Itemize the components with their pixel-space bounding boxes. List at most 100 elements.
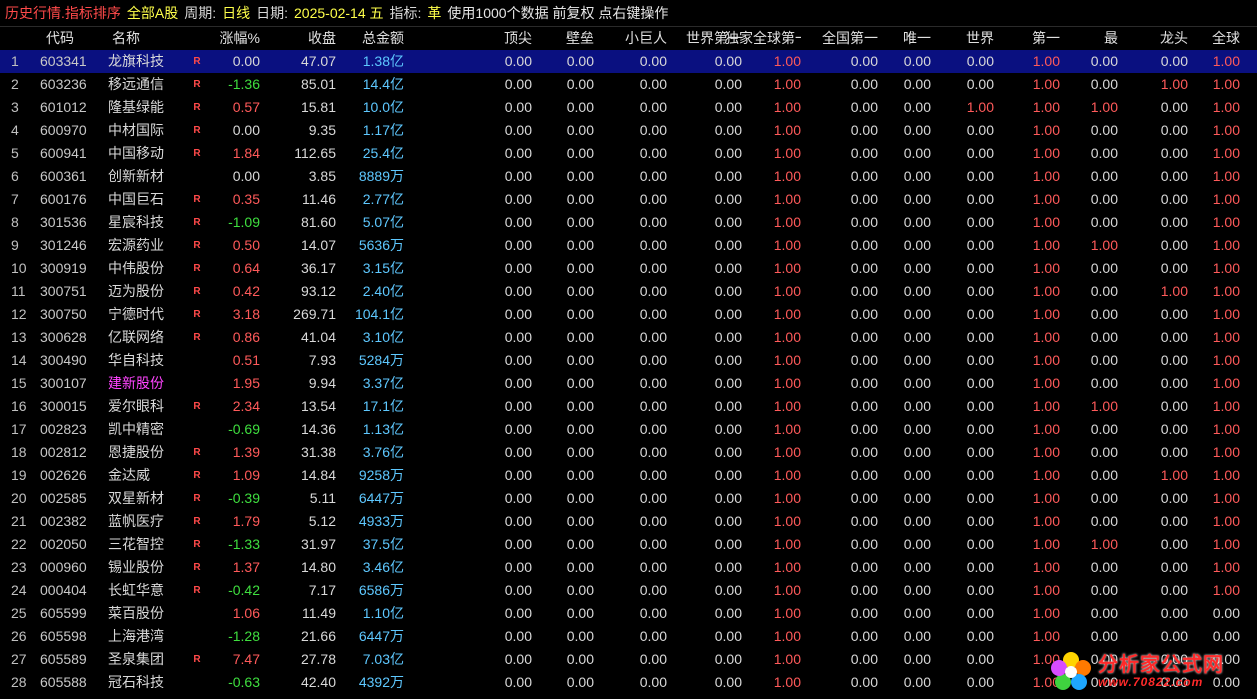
date-value[interactable]: 2025-02-14 五	[294, 3, 384, 23]
stock-code[interactable]: 300107	[40, 372, 100, 395]
stock-name[interactable]: 中国巨石	[108, 188, 176, 211]
stock-name[interactable]: 金达威	[108, 464, 176, 487]
table-row[interactable]: 25 605599 菜百股份 1.06 11.49 1.10亿 0.00 0.00 0.00 0.…	[0, 602, 1257, 625]
stock-name[interactable]: 上海港湾	[108, 625, 176, 648]
stock-code[interactable]: 605598	[40, 625, 100, 648]
stock-name[interactable]: 龙旗科技	[108, 50, 176, 73]
indicator-value: 0.00	[1160, 122, 1188, 138]
stock-code[interactable]: 300919	[40, 257, 100, 280]
stock-code[interactable]: 603341	[40, 50, 100, 73]
rzrq-badge: R	[193, 516, 201, 527]
indicator-value: 0.00	[850, 306, 878, 322]
stock-name[interactable]: 中伟股份	[108, 257, 176, 280]
stock-name[interactable]: 中国移动	[108, 142, 176, 165]
table-row[interactable]: 7 600176 中国巨石 R 0.35 11.46 2.77亿 0.00 0.00 0.00 0.…	[0, 188, 1257, 211]
table-row[interactable]: 15 300107 建新股份 1.95 9.94 3.37亿 0.00 0.00 0.00 0.0…	[0, 372, 1257, 395]
stock-code[interactable]: 002585	[40, 487, 100, 510]
stock-code[interactable]: 600176	[40, 188, 100, 211]
stock-name[interactable]: 双星新材	[108, 487, 176, 510]
table-row[interactable]: 13 300628 亿联网络 R 0.86 41.04 3.10亿 0.00 0.00 0.00 0…	[0, 326, 1257, 349]
stock-code[interactable]: 002382	[40, 510, 100, 533]
stock-code[interactable]: 300751	[40, 280, 100, 303]
indicator-value: 0.00	[966, 398, 994, 414]
table-row[interactable]: 16 300015 爱尔眼科 R 2.34 13.54 17.1亿 0.00 0.00 0.00 0…	[0, 395, 1257, 418]
stock-code[interactable]: 603236	[40, 73, 100, 96]
header-name[interactable]: 名称	[112, 27, 180, 50]
stock-name[interactable]: 迈为股份	[108, 280, 176, 303]
stock-name[interactable]: 爱尔眼科	[108, 395, 176, 418]
stock-code[interactable]: 605599	[40, 602, 100, 625]
header-indicator-11[interactable]: 全球	[1172, 27, 1240, 50]
stock-name[interactable]: 亿联网络	[108, 326, 176, 349]
stock-name[interactable]: 蓝帆医疗	[108, 510, 176, 533]
stock-code[interactable]: 600941	[40, 142, 100, 165]
table-row[interactable]: 6 600361 创新新材 0.00 3.85 8889万 0.00 0.00 0.00 0.00…	[0, 165, 1257, 188]
stock-name[interactable]: 移远通信	[108, 73, 176, 96]
table-row[interactable]: 2 603236 移远通信 R -1.36 85.01 14.4亿 0.00 0.00 0.00 0…	[0, 73, 1257, 96]
indicator-value[interactable]: 革	[427, 3, 441, 23]
stock-name[interactable]: 三花智控	[108, 533, 176, 556]
table-row[interactable]: 24 000404 长虹华意 R -0.42 7.17 6586万 0.00 0.00 0.00 0…	[0, 579, 1257, 602]
table-row[interactable]: 14 300490 华自科技 0.51 7.93 5284万 0.00 0.00 0.00 0.0…	[0, 349, 1257, 372]
stock-name[interactable]: 锡业股份	[108, 556, 176, 579]
stock-name[interactable]: 中材国际	[108, 119, 176, 142]
stock-name[interactable]: 恩捷股份	[108, 441, 176, 464]
header-indicator-9[interactable]: 最	[1048, 27, 1118, 50]
stock-name[interactable]: 冠石科技	[108, 671, 176, 694]
stock-name[interactable]: 华自科技	[108, 349, 176, 372]
table-row[interactable]: 21 002382 蓝帆医疗 R 1.79 5.12 4933万 0.00 0.00 0.00 0.…	[0, 510, 1257, 533]
stock-code[interactable]: 000404	[40, 579, 100, 602]
table-row[interactable]: 3 601012 隆基绿能 R 0.57 15.81 10.0亿 0.00 0.00 0.00 0.…	[0, 96, 1257, 119]
header-amount[interactable]: 总金额	[338, 27, 404, 50]
table-row[interactable]: 23 000960 锡业股份 R 1.37 14.80 3.46亿 0.00 0.00 0.00 0…	[0, 556, 1257, 579]
stock-code[interactable]: 605588	[40, 671, 100, 694]
stock-name[interactable]: 建新股份	[108, 372, 176, 395]
stock-code[interactable]: 301246	[40, 234, 100, 257]
change-percent: 0.50	[232, 237, 260, 253]
table-row[interactable]: 4 600970 中材国际 R 0.00 9.35 1.17亿 0.00 0.00 0.00 0.0…	[0, 119, 1257, 142]
stock-code[interactable]: 002050	[40, 533, 100, 556]
table-row[interactable]: 1 603341 龙旗科技 R 0.00 47.07 1.38亿 0.00 0.00 0.00 0.…	[0, 50, 1257, 73]
table-row[interactable]: 5 600941 中国移动 R 1.84 112.65 25.4亿 0.00 0.00 0.00 0…	[0, 142, 1257, 165]
table-row[interactable]: 10 300919 中伟股份 R 0.64 36.17 3.15亿 0.00 0.00 0.00 0…	[0, 257, 1257, 280]
header-chg[interactable]: 涨幅%	[204, 27, 260, 50]
table-row[interactable]: 12 300750 宁德时代 R 3.18 269.71 104.1亿 0.00 0.00 0.0…	[0, 303, 1257, 326]
stock-code[interactable]: 601012	[40, 96, 100, 119]
stock-code[interactable]: 600970	[40, 119, 100, 142]
stock-name[interactable]: 宁德时代	[108, 303, 176, 326]
table-row[interactable]: 8 301536 星宸科技 R -1.09 81.60 5.07亿 0.00 0.00 0.00 0…	[0, 211, 1257, 234]
table-row[interactable]: 9 301246 宏源药业 R 0.50 14.07 5636万 0.00 0.00 0.00 0.…	[0, 234, 1257, 257]
table-row[interactable]: 17 002823 凯中精密 -0.69 14.36 1.13亿 0.00 0.00 0.00 0…	[0, 418, 1257, 441]
header-code[interactable]: 代码	[46, 27, 106, 50]
table-row[interactable]: 20 002585 双星新材 R -0.39 5.11 6447万 0.00 0.00 0.00 0…	[0, 487, 1257, 510]
table-row[interactable]: 26 605598 上海港湾 -1.28 21.66 6447万 0.00 0.00 0.00 0…	[0, 625, 1257, 648]
stock-name[interactable]: 星宸科技	[108, 211, 176, 234]
stock-name[interactable]: 创新新材	[108, 165, 176, 188]
table-row[interactable]: 18 002812 恩捷股份 R 1.39 31.38 3.76亿 0.00 0.00 0.00 0…	[0, 441, 1257, 464]
stock-name[interactable]: 宏源药业	[108, 234, 176, 257]
stock-code[interactable]: 002812	[40, 441, 100, 464]
table-row[interactable]: 22 002050 三花智控 R -1.33 31.97 37.5亿 0.00 0.00 0.00…	[0, 533, 1257, 556]
header-close[interactable]: 收盘	[262, 27, 336, 50]
stock-code[interactable]: 300490	[40, 349, 100, 372]
stock-code[interactable]: 300015	[40, 395, 100, 418]
stock-code[interactable]: 301536	[40, 211, 100, 234]
header-indicator-7[interactable]: 世界	[920, 27, 994, 50]
stock-name[interactable]: 凯中精密	[108, 418, 176, 441]
stock-code[interactable]: 600361	[40, 165, 100, 188]
indicator-value: 0.00	[714, 398, 742, 414]
stock-name[interactable]: 长虹华意	[108, 579, 176, 602]
stock-code[interactable]: 605589	[40, 648, 100, 671]
stock-code[interactable]: 000960	[40, 556, 100, 579]
stock-name[interactable]: 圣泉集团	[108, 648, 176, 671]
stock-code[interactable]: 002626	[40, 464, 100, 487]
period-value[interactable]: 日线	[222, 3, 250, 23]
stock-name[interactable]: 隆基绿能	[108, 96, 176, 119]
stock-code[interactable]: 300750	[40, 303, 100, 326]
table-row[interactable]: 11 300751 迈为股份 R 0.42 93.12 2.40亿 0.00 0.00 0.00 0…	[0, 280, 1257, 303]
table-row[interactable]: 19 002626 金达威 R 1.09 14.84 9258万 0.00 0.00 0.00 0.…	[0, 464, 1257, 487]
stock-name[interactable]: 菜百股份	[108, 602, 176, 625]
market-filter[interactable]: 全部A股	[127, 3, 178, 23]
stock-code[interactable]: 002823	[40, 418, 100, 441]
stock-code[interactable]: 300628	[40, 326, 100, 349]
